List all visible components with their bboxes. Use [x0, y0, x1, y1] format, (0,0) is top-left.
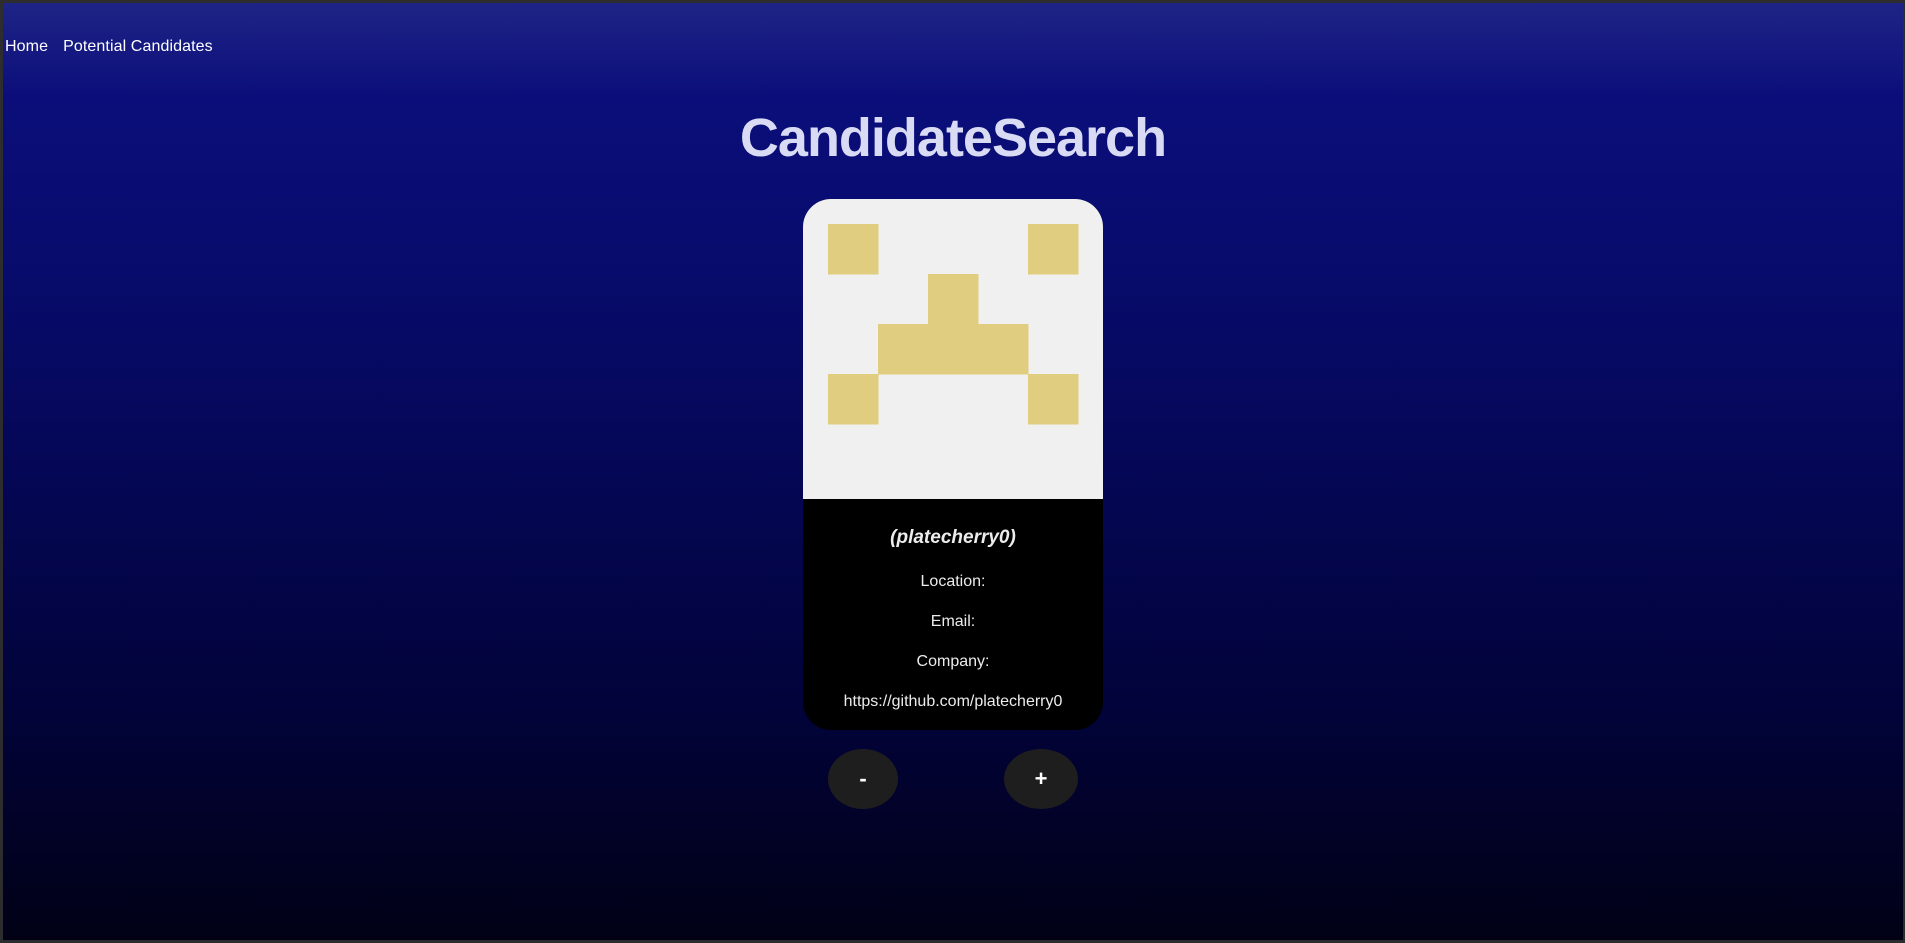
- identicon-cell: [928, 324, 979, 375]
- identicon-icon: [828, 224, 1079, 425]
- reject-candidate-button[interactable]: -: [828, 749, 898, 809]
- nav-link-potential-candidates[interactable]: Potential Candidates: [63, 38, 213, 56]
- identicon-cell: [1028, 224, 1079, 275]
- identicon-cell: [828, 374, 879, 425]
- candidate-location: Location:: [920, 573, 986, 590]
- candidate-profile-url[interactable]: https://github.com/platecherry0: [803, 692, 1103, 712]
- accept-candidate-button[interactable]: +: [1004, 749, 1078, 809]
- candidate-company: Company:: [916, 653, 990, 670]
- identicon-cell: [978, 324, 1029, 375]
- candidate-username: (platecherry0): [890, 527, 1016, 548]
- page-title: CandidateSearch: [739, 108, 1167, 168]
- candidate-card: (platecherry0) Location: Email: Company:…: [803, 199, 1103, 730]
- nav-link-home[interactable]: Home: [5, 38, 48, 56]
- top-nav: Home Potential Candidates: [5, 38, 213, 56]
- identicon-cell: [928, 274, 979, 325]
- candidate-info: (platecherry0) Location: Email: Company:…: [803, 499, 1103, 712]
- identicon-cell: [878, 324, 929, 375]
- identicon-cell: [1028, 374, 1079, 425]
- identicon-cell: [828, 224, 879, 275]
- candidate-avatar: [803, 199, 1103, 499]
- candidate-email: Email:: [930, 613, 976, 630]
- app-window: Home Potential Candidates CandidateSearc…: [3, 3, 1903, 940]
